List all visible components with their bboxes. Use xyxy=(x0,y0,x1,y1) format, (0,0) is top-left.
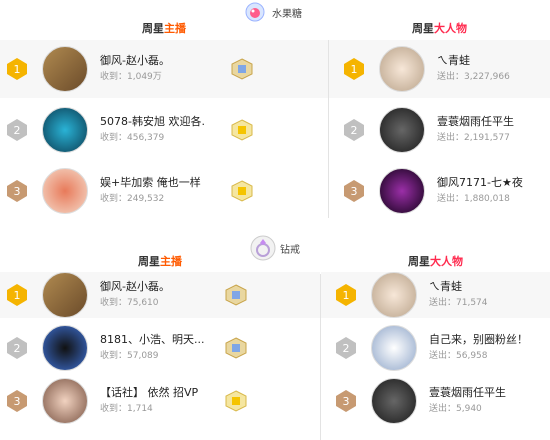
weekly-host-column: 周星 主播 1 御风-赵小磊。 收到：75,610 2 8181、小浩、明天...… xyxy=(0,230,320,440)
avatar[interactable] xyxy=(371,325,417,371)
list-item[interactable]: 1 御风-赵小磊。 收到：75,610 xyxy=(0,272,320,318)
host-name[interactable]: 娱+毕加索 俺也一样 xyxy=(100,175,201,191)
weekly-host-column: 周星 主播 1 御风-赵小磊。 收到：1,049万 2 5078-韩安旭 欢迎各.… xyxy=(0,0,328,218)
svg-text:2: 2 xyxy=(343,342,350,355)
avatar[interactable] xyxy=(379,46,425,92)
list-item[interactable]: 2 自己来，别圈粉丝！ 送出：56,958 xyxy=(321,325,550,371)
sent-count: 送出：5,940 xyxy=(429,404,482,414)
silver-medal-icon: 2 xyxy=(344,119,364,141)
avatar[interactable] xyxy=(371,378,417,424)
svg-text:1: 1 xyxy=(351,63,358,76)
svg-text:2: 2 xyxy=(14,124,21,137)
vip-name[interactable]: 自己来，别圈粉丝！ xyxy=(429,332,528,348)
svg-text:1: 1 xyxy=(14,63,21,76)
avatar[interactable] xyxy=(42,107,88,153)
received-count: 收到：1,049万 xyxy=(100,72,162,82)
weekly-host-title: 周星 主播 xyxy=(138,255,182,268)
sent-count: 送出：1,880,018 xyxy=(437,194,510,204)
vip-name[interactable]: 壹蓑烟雨任平生 xyxy=(429,385,506,401)
level-cube-icon xyxy=(231,58,253,80)
vip-name[interactable]: 壹蓑烟雨任平生 xyxy=(437,114,514,130)
vip-name[interactable]: ㄟ青蛙 xyxy=(437,53,510,69)
gold-medal-icon: 1 xyxy=(336,284,356,306)
avatar[interactable] xyxy=(379,107,425,153)
weekly-star-section-ring: 钻戒 周星 主播 1 御风-赵小磊。 收到：75,610 2 8181、小浩、明天… xyxy=(0,230,550,440)
list-item[interactable]: 3 【话社】 依然 招VP 收到：1,714 xyxy=(0,378,320,424)
list-item[interactable]: 1 御风-赵小磊。 收到：1,049万 xyxy=(0,40,328,98)
vip-name[interactable]: ㄟ青蛙 xyxy=(429,279,488,295)
avatar[interactable] xyxy=(42,325,88,371)
list-item[interactable]: 3 娱+毕加索 俺也一样 收到：249,532 xyxy=(0,162,328,220)
bronze-medal-icon: 3 xyxy=(336,390,356,412)
list-item[interactable]: 3 御风7171-七★夜 送出：1,880,018 xyxy=(329,162,550,220)
sent-count: 送出：2,191,577 xyxy=(437,133,510,143)
bronze-medal-icon: 3 xyxy=(7,390,27,412)
avatar[interactable] xyxy=(42,46,88,92)
sent-count: 送出：3,227,966 xyxy=(437,72,510,82)
host-name[interactable]: 5078-韩安旭 欢迎各. xyxy=(100,114,205,130)
host-name[interactable]: 御风-赵小磊。 xyxy=(100,279,170,295)
vip-name[interactable]: 御风7171-七★夜 xyxy=(437,175,523,191)
silver-medal-icon: 2 xyxy=(336,337,356,359)
list-item[interactable]: 3 壹蓑烟雨任平生 送出：5,940 xyxy=(321,378,550,424)
svg-text:3: 3 xyxy=(343,395,350,408)
svg-text:1: 1 xyxy=(14,289,21,302)
avatar[interactable] xyxy=(42,378,88,424)
bronze-medal-icon: 3 xyxy=(344,180,364,202)
gold-medal-icon: 1 xyxy=(7,58,27,80)
svg-text:2: 2 xyxy=(14,342,21,355)
host-name[interactable]: 8181、小浩、明天... xyxy=(100,332,204,348)
silver-medal-icon: 2 xyxy=(7,337,27,359)
level-cube-icon xyxy=(231,119,253,141)
list-item[interactable]: 1 ㄟ青蛙 送出：71,574 xyxy=(321,272,550,318)
sent-count: 送出：56,958 xyxy=(429,351,488,361)
avatar[interactable] xyxy=(379,168,425,214)
weekly-vip-title: 周星 大人物 xyxy=(412,22,467,35)
silver-medal-icon: 2 xyxy=(7,119,27,141)
avatar[interactable] xyxy=(371,272,417,318)
svg-text:3: 3 xyxy=(14,185,21,198)
level-cube-icon xyxy=(231,180,253,202)
host-name[interactable]: 御风-赵小磊。 xyxy=(100,53,170,69)
svg-text:2: 2 xyxy=(351,124,358,137)
gold-medal-icon: 1 xyxy=(7,284,27,306)
list-item[interactable]: 1 ㄟ青蛙 送出：3,227,966 xyxy=(329,40,550,98)
weekly-vip-column: 周星 大人物 1 ㄟ青蛙 送出：71,574 2 自己来，别圈粉丝！ 送出：56,… xyxy=(321,230,550,440)
bronze-medal-icon: 3 xyxy=(7,180,27,202)
sent-count: 送出：71,574 xyxy=(429,298,488,308)
svg-text:1: 1 xyxy=(343,289,350,302)
host-name[interactable]: 【话社】 依然 招VP xyxy=(100,385,198,401)
received-count: 收到：249,532 xyxy=(100,194,165,204)
avatar[interactable] xyxy=(42,272,88,318)
list-item[interactable]: 2 5078-韩安旭 欢迎各. 收到：456,379 xyxy=(0,101,328,159)
level-cube-icon xyxy=(225,390,247,412)
received-count: 收到：57,089 xyxy=(100,351,159,361)
level-cube-icon xyxy=(225,337,247,359)
weekly-vip-title: 周星 大人物 xyxy=(408,255,463,268)
list-item[interactable]: 2 壹蓑烟雨任平生 送出：2,191,577 xyxy=(329,101,550,159)
weekly-vip-column: 周星 大人物 1 ㄟ青蛙 送出：3,227,966 2 壹蓑烟雨任平生 送出：2,… xyxy=(329,0,550,218)
received-count: 收到：456,379 xyxy=(100,133,165,143)
list-item[interactable]: 2 8181、小浩、明天... 收到：57,089 xyxy=(0,325,320,371)
gold-medal-icon: 1 xyxy=(344,58,364,80)
level-cube-icon xyxy=(225,284,247,306)
svg-text:3: 3 xyxy=(351,185,358,198)
received-count: 收到：1,714 xyxy=(100,404,153,414)
weekly-star-section-candy: 水果糖 周星 主播 1 御风-赵小磊。 收到：1,049万 2 5078-韩安旭 … xyxy=(0,0,550,218)
svg-text:3: 3 xyxy=(14,395,21,408)
avatar[interactable] xyxy=(42,168,88,214)
received-count: 收到：75,610 xyxy=(100,298,159,308)
weekly-host-title: 周星 主播 xyxy=(142,22,186,35)
